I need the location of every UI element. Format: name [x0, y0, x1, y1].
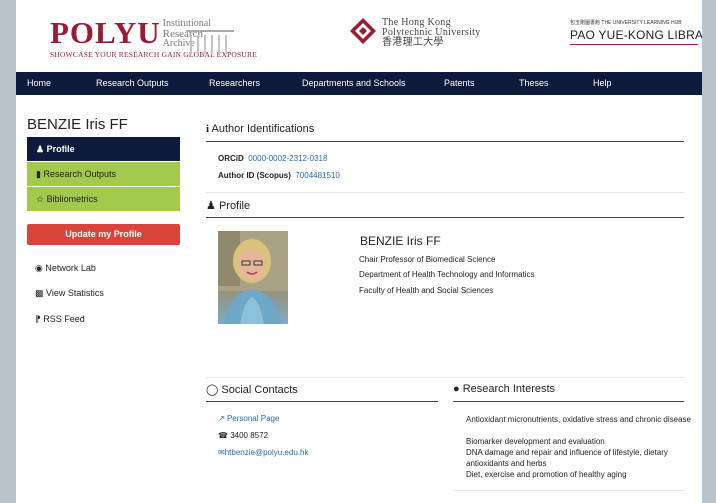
polyu-emblem-icon — [350, 18, 376, 44]
rss-feed-link[interactable]: ⁋ RSS Feed — [35, 314, 85, 325]
library-logo[interactable]: 包玉剛圖書館 THE UNIVERSITY LEARNING HUB PAO Y… — [570, 19, 702, 45]
user-icon: ♟ — [206, 200, 216, 212]
chat-icon: ◯ — [206, 384, 219, 396]
library-name: PAO YUE-KONG LIBRARY — [570, 28, 702, 45]
orcid-link[interactable]: 0000-0002-2312-0318 — [248, 154, 327, 163]
nav-home[interactable]: Home — [27, 78, 51, 88]
page: POLYU Institutional Research Archive SHO… — [16, 0, 702, 503]
divider — [206, 217, 684, 218]
sidebar-item-label: Profile — [46, 144, 75, 154]
polyu-logo-text: POLYU — [50, 15, 161, 50]
envelope-icon: ✉ — [218, 448, 225, 457]
network-lab-link[interactable]: ◉ Network Lab — [35, 263, 96, 274]
divider — [206, 141, 684, 142]
university-name-chinese: 香港理工大學 — [382, 37, 444, 48]
interest-item: Biomarker development and evaluation — [466, 437, 605, 446]
phone-row: ☎ 3400 8572 — [218, 431, 268, 440]
scopus-label: Author ID (Scopus) — [218, 171, 291, 180]
sidebar-item-profile[interactable]: ♟ Profile — [27, 137, 180, 161]
library-subtitle: 包玉剛圖書館 THE UNIVERSITY LEARNING HUB — [570, 20, 682, 26]
book-icon: ▮ — [36, 169, 41, 179]
lightbulb-icon: ● — [453, 383, 460, 395]
nav-researchers[interactable]: Researchers — [209, 78, 260, 88]
personal-page-link[interactable]: Personal Page — [227, 414, 279, 423]
rss-feed-label: RSS Feed — [43, 314, 85, 324]
orcid-label: ORCiD — [218, 154, 244, 163]
nav-departments[interactable]: Departments and Schools — [302, 78, 406, 88]
divider — [206, 192, 684, 193]
divider — [206, 377, 684, 378]
site-banner: POLYU Institutional Research Archive SHO… — [16, 0, 702, 72]
profile-section-title: ♟ Profile — [206, 199, 250, 212]
pillars-icon — [186, 30, 234, 54]
view-statistics-label: View Statistics — [46, 288, 104, 298]
social-contacts-label: Social Contacts — [221, 384, 298, 396]
author-identifications-label: Author Identifications — [211, 123, 315, 135]
social-contacts-title: ◯ Social Contacts — [206, 383, 298, 396]
bar-chart-icon: ▩ — [35, 288, 44, 298]
info-icon: i — [206, 123, 210, 135]
nav-patents[interactable]: Patents — [444, 78, 475, 88]
department-link[interactable]: Department of Health Technology and Info… — [359, 270, 535, 279]
profile-photo-image — [218, 231, 288, 324]
main-nav: Home Research Outputs Researchers Depart… — [16, 72, 702, 95]
researcher-name: BENZIE Iris FF — [27, 116, 128, 133]
view-statistics-link[interactable]: ▩ View Statistics — [35, 288, 104, 299]
email-link[interactable]: htbenzie@polyu.edu.hk — [225, 448, 309, 457]
interest-item: Diet, exercise and promotion of healthy … — [466, 470, 627, 479]
update-profile-button[interactable]: Update my Profile — [27, 224, 180, 245]
interest-item: DNA damage and repair and influence of l… — [466, 448, 668, 468]
sidebar-item-research-outputs[interactable]: ▮ Research Outputs — [27, 162, 180, 186]
phone-icon: ☎ — [218, 431, 228, 440]
nav-theses[interactable]: Theses — [519, 78, 549, 88]
interest-item: Antioxidant micronutrients, oxidative st… — [466, 415, 691, 424]
university-name: The Hong Kong Polytechnic University 香港理… — [382, 18, 582, 48]
divider — [453, 401, 684, 402]
email-row: ✉htbenzie@polyu.edu.hk — [218, 448, 308, 457]
sidebar-item-label: Bibliometrics — [46, 194, 98, 204]
profile-position: Chair Professor of Biomedical Science — [359, 255, 496, 264]
profile-name: BENZIE Iris FF — [360, 234, 441, 248]
sidebar-item-label: Research Outputs — [43, 169, 117, 179]
research-interests-title: ● Research Interests — [453, 383, 555, 395]
phone-number: 3400 8572 — [230, 431, 269, 440]
divider — [206, 401, 438, 402]
nav-research-outputs[interactable]: Research Outputs — [96, 78, 169, 88]
profile-section-label: Profile — [218, 200, 251, 212]
nav-help[interactable]: Help — [593, 78, 612, 88]
personal-page-row: ↗ Personal Page — [218, 414, 279, 423]
network-lab-label: Network Lab — [45, 263, 96, 273]
divider — [453, 490, 684, 491]
author-identifications-title: i Author Identifications — [206, 123, 314, 135]
external-link-icon: ↗ — [218, 414, 225, 423]
star-icon: ☆ — [36, 194, 45, 204]
sidebar-item-bibliometrics[interactable]: ☆ Bibliometrics — [27, 187, 180, 211]
faculty-link[interactable]: Faculty of Health and Social Sciences — [359, 286, 493, 295]
research-interests-label: Research Interests — [462, 383, 556, 395]
orcid-row: ORCiD 0000-0002-2312-0318 — [218, 154, 327, 163]
profile-photo — [218, 231, 288, 324]
user-icon: ♟ — [36, 144, 45, 154]
globe-icon: ◉ — [35, 263, 43, 273]
rss-icon: ⁋ — [35, 314, 41, 324]
scopus-row: Author ID (Scopus) 7004481510 — [218, 171, 340, 180]
scopus-link[interactable]: 7004481510 — [295, 171, 340, 180]
